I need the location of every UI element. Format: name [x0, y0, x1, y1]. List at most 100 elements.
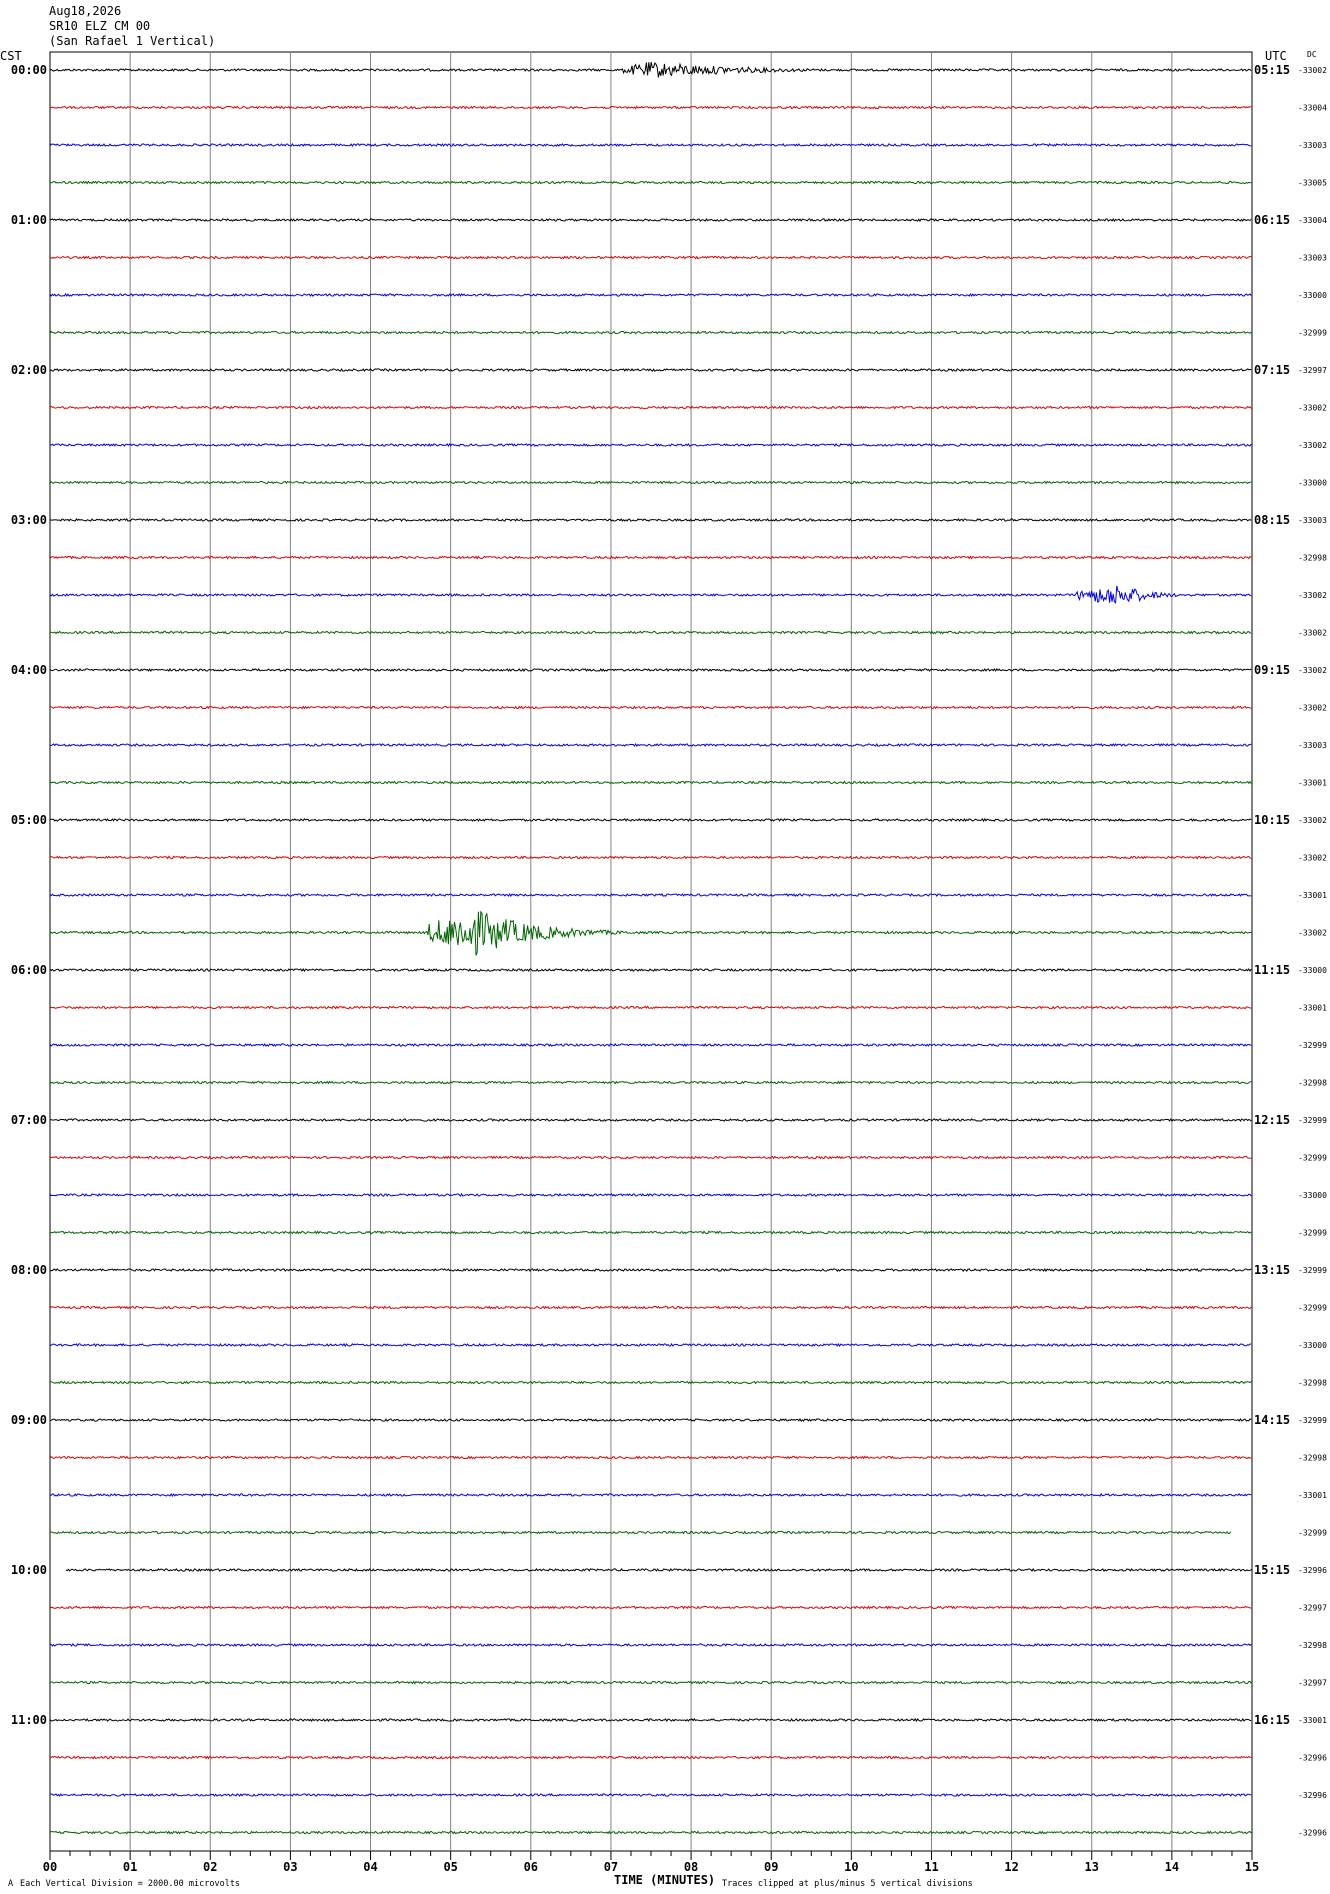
dc-offset-label: -33001: [1298, 779, 1327, 788]
x-tick-label: 10: [844, 1860, 858, 1874]
utc-hour-label: 10:15: [1254, 813, 1290, 827]
dc-offset-label: -32997: [1298, 366, 1327, 375]
trace-row: [49, 1418, 1252, 1423]
dc-offset-label: -32996: [1298, 1791, 1327, 1800]
dc-offset-label: -33002: [1298, 704, 1327, 713]
x-tick-label: 03: [283, 1860, 297, 1874]
trace-row: [49, 1117, 1252, 1123]
dc-offset-label: -32999: [1298, 1154, 1327, 1163]
cst-hour-label: 05:00: [11, 813, 47, 827]
trace-row: [50, 105, 1252, 110]
dc-offset-label: -32998: [1298, 1079, 1327, 1088]
dc-offset-label: -33002: [1298, 66, 1327, 75]
plot-frame: [49, 51, 1253, 1852]
utc-hour-label: 16:15: [1254, 1713, 1290, 1727]
dc-offset-labels: -33002 -33004 -33003 -33005 -33004 -33003 -330…: [1298, 66, 1327, 1838]
dc-offset-label: -33003: [1298, 141, 1327, 150]
left-timezone-label: CST: [0, 49, 22, 63]
cst-hour-label: 08:00: [11, 1263, 47, 1277]
utc-hour-label: 06:15: [1254, 213, 1290, 227]
cst-hour-labels: 00:00 01:00 02:00 03:00 04:00 05:00 06:00 07:00…: [11, 63, 47, 1727]
trace-row: [49, 1380, 1252, 1385]
dc-offset-label: -32998: [1298, 1454, 1327, 1463]
x-tick-label: 09: [764, 1860, 778, 1874]
utc-hour-label: 07:15: [1254, 363, 1290, 377]
trace-row: [65, 1567, 1252, 1572]
dc-offset-label: -33002: [1298, 929, 1327, 938]
trace-row: [49, 1305, 1252, 1310]
trace-row: [49, 1830, 1252, 1835]
cst-hour-label: 03:00: [11, 513, 47, 527]
time-grid: [49, 51, 1253, 1852]
dc-offset-label: -33002: [1298, 591, 1327, 600]
dc-offset-label: -33004: [1298, 104, 1327, 113]
cst-hour-label: 09:00: [11, 1413, 47, 1427]
dc-offset-label: -33000: [1298, 479, 1327, 488]
x-tick-label: 00: [43, 1860, 57, 1874]
utc-hour-label: 08:15: [1254, 513, 1290, 527]
x-tick-label: 05: [443, 1860, 457, 1874]
trace-row: [49, 910, 1252, 956]
utc-hour-label: 14:15: [1254, 1413, 1290, 1427]
dc-offset-label: -33002: [1298, 854, 1327, 863]
corner-mark: A: [8, 1879, 13, 1889]
trace-row: [49, 293, 1252, 298]
trace-row: [49, 1530, 1232, 1535]
dc-offset-label: -32998: [1298, 1641, 1327, 1650]
dc-offset-label: -33001: [1298, 1004, 1327, 1013]
x-axis: 00 01 02 03 04 05 06 07 08 09 10 11 12 13 14 15: [43, 1851, 1259, 1874]
dc-offset-label: -32999: [1298, 1041, 1327, 1050]
trace-row: [49, 1043, 1252, 1048]
trace-row: [49, 967, 1252, 973]
trace-row: [49, 1080, 1252, 1085]
trace-row: [49, 1455, 1252, 1460]
helicorder-plot: Aug18,2026 SR10 ELZ CM 00 (San Rafael 1 …: [0, 4, 1327, 1889]
x-axis-title: TIME (MINUTES): [614, 1873, 715, 1887]
trace-row: [50, 1793, 1252, 1797]
dc-offset-label: -32998: [1298, 554, 1327, 563]
trace-row: [49, 480, 1252, 485]
dc-header-label: DC: [1307, 50, 1317, 59]
x-tick-label: 02: [203, 1860, 217, 1874]
dc-offset-label: -33003: [1298, 741, 1327, 750]
dc-offset-label: -32999: [1298, 1304, 1327, 1313]
trace-row: [49, 1680, 1252, 1685]
clip-note: Traces clipped at plus/minus 5 vertical …: [722, 1879, 973, 1889]
trace-row: [49, 217, 1252, 223]
dc-offset-label: -33000: [1298, 291, 1327, 300]
dc-offset-label: -32999: [1298, 1229, 1327, 1238]
trace-row: [49, 1155, 1252, 1160]
trace-row: [49, 180, 1252, 185]
trace-row: [49, 1268, 1252, 1273]
trace-row: [49, 330, 1252, 335]
dc-offset-label: -33002: [1298, 816, 1327, 825]
trace-row: [49, 1230, 1252, 1235]
scale-note: Each Vertical Division = 2000.00 microvo…: [20, 1879, 240, 1889]
trace-row: [49, 61, 1252, 78]
trace-row: [49, 1192, 1252, 1198]
x-tick-label: 14: [1165, 1860, 1179, 1874]
x-tick-label: 08: [684, 1860, 698, 1874]
cst-hour-label: 11:00: [11, 1713, 47, 1727]
dc-offset-label: -32999: [1298, 1529, 1327, 1538]
utc-hour-label: 11:15: [1254, 963, 1290, 977]
trace-row: [49, 367, 1252, 373]
trace-row: [49, 1342, 1252, 1348]
seismic-traces: [49, 61, 1252, 1835]
x-tick-label: 15: [1245, 1860, 1259, 1874]
utc-hour-label: 15:15: [1254, 1563, 1290, 1577]
cst-hour-label: 07:00: [11, 1113, 47, 1127]
trace-row: [49, 1717, 1252, 1723]
dc-offset-label: -33002: [1298, 441, 1327, 450]
x-tick-label: 01: [123, 1860, 137, 1874]
dc-offset-label: -33005: [1298, 179, 1327, 188]
trace-row: [49, 780, 1252, 785]
dc-offset-label: -33003: [1298, 254, 1327, 263]
trace-row: [49, 630, 1252, 635]
dc-offset-label: -33002: [1298, 629, 1327, 638]
x-tick-label: 13: [1085, 1860, 1099, 1874]
trace-row: [49, 255, 1252, 260]
cst-hour-label: 06:00: [11, 963, 47, 977]
trace-row: [49, 893, 1252, 898]
date-label: Aug18,2026: [49, 4, 121, 18]
